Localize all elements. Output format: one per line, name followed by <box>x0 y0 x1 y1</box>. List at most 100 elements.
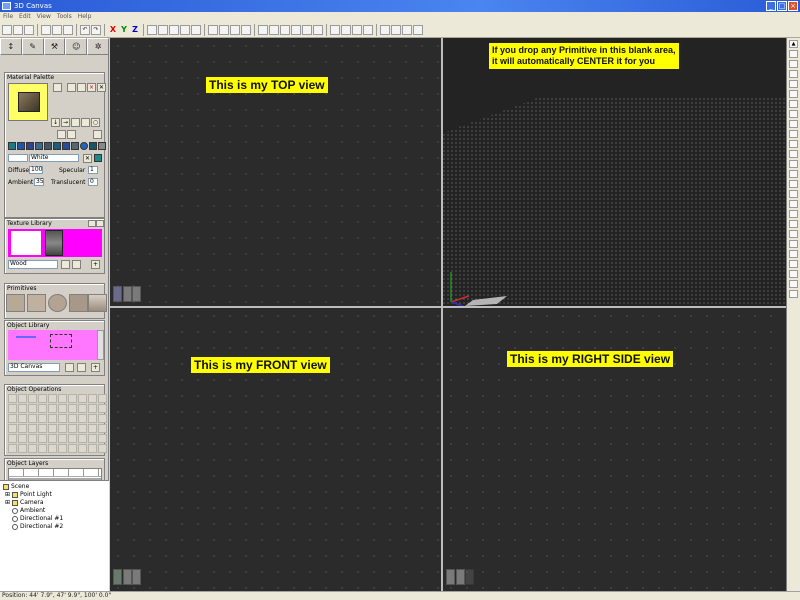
material-delete-icon[interactable]: × <box>87 83 96 92</box>
material-new-icon[interactable] <box>67 83 76 92</box>
object-operation-button[interactable] <box>38 434 47 443</box>
single-view-icon[interactable] <box>402 24 412 35</box>
tree-item-point-light[interactable]: ⊞ Point Light <box>5 491 52 498</box>
smooth-icon[interactable] <box>789 170 798 178</box>
object-operation-button[interactable] <box>48 444 57 453</box>
object-operation-button[interactable] <box>88 414 97 423</box>
box-select-icon[interactable] <box>789 50 798 58</box>
specular-input[interactable]: 1 <box>88 166 98 174</box>
menu-tools[interactable]: Tools <box>57 12 72 22</box>
grid-icon[interactable] <box>330 24 340 35</box>
object-operation-button[interactable] <box>68 404 77 413</box>
swatch-steel[interactable] <box>53 142 61 150</box>
bump-map-icon[interactable] <box>67 130 76 139</box>
top-viewport[interactable]: This is my TOP view <box>110 38 441 306</box>
move-icon[interactable] <box>158 24 168 35</box>
object-operation-button[interactable] <box>78 434 87 443</box>
color-select[interactable]: White <box>29 154 79 162</box>
object-add-icon[interactable]: + <box>91 363 100 372</box>
object-operation-button[interactable] <box>78 414 87 423</box>
hide-icon[interactable] <box>789 230 798 238</box>
object-operation-button[interactable] <box>28 394 37 403</box>
maximize-button[interactable]: □ <box>777 1 787 11</box>
view-front-icon[interactable] <box>219 24 229 35</box>
ungroup-icon[interactable] <box>789 220 798 228</box>
pen-icon[interactable] <box>302 24 312 35</box>
eyedropper-icon[interactable] <box>789 130 798 138</box>
object-operation-button[interactable] <box>28 444 37 453</box>
object-operation-button[interactable] <box>28 414 37 423</box>
tab-people-icon[interactable]: ☺ <box>65 38 88 55</box>
object-operation-button[interactable] <box>58 404 67 413</box>
tab-tools-icon[interactable]: ⚒ <box>43 38 66 55</box>
tree-item-ambient[interactable]: Ambient <box>12 507 45 514</box>
redo-icon[interactable]: ↷ <box>91 24 101 35</box>
object-operation-button[interactable] <box>8 414 17 423</box>
material-edit-icon[interactable] <box>71 118 80 127</box>
lasso-icon[interactable] <box>789 60 798 68</box>
object-operation-button[interactable] <box>58 444 67 453</box>
object-operation-button[interactable] <box>78 394 87 403</box>
object-operation-button[interactable] <box>88 444 97 453</box>
object-operation-button[interactable] <box>18 414 27 423</box>
wireframe-icon[interactable] <box>269 24 279 35</box>
texture-collapse-icon[interactable] <box>88 220 96 227</box>
new-file-icon[interactable] <box>2 24 12 35</box>
object-operation-button[interactable] <box>88 434 97 443</box>
object-operation-button[interactable] <box>8 404 17 413</box>
object-operation-button[interactable] <box>38 444 47 453</box>
object-thumbnails[interactable] <box>8 330 97 360</box>
object-operation-button[interactable] <box>88 394 97 403</box>
rotate-icon[interactable] <box>169 24 179 35</box>
tree-item-directional-2[interactable]: Directional #2 <box>12 523 63 530</box>
object-operation-button[interactable] <box>98 424 107 433</box>
primitive-sphere-icon[interactable] <box>48 294 67 312</box>
object-operation-button[interactable] <box>8 394 17 403</box>
vertex-icon[interactable] <box>789 70 798 78</box>
primitive-cylinder-icon[interactable] <box>27 294 46 312</box>
select-icon[interactable] <box>147 24 157 35</box>
axis-z-toggle[interactable]: Z <box>130 25 140 35</box>
extrude-icon[interactable] <box>789 100 798 108</box>
tree-item-camera[interactable]: ⊞ Camera <box>5 499 44 506</box>
object-operation-button[interactable] <box>28 424 37 433</box>
object-operation-button[interactable] <box>68 424 77 433</box>
primitive-cube-icon[interactable] <box>6 294 25 312</box>
front-viewport[interactable]: This is my FRONT view <box>110 308 441 591</box>
object-operation-button[interactable] <box>18 434 27 443</box>
close-button[interactable]: × <box>788 1 798 11</box>
four-views-icon[interactable] <box>391 24 401 35</box>
object-operation-button[interactable] <box>18 394 27 403</box>
object-operation-button[interactable] <box>8 424 17 433</box>
object-operation-button[interactable] <box>48 394 57 403</box>
texture-map-icon[interactable] <box>57 130 66 139</box>
pan-icon[interactable] <box>363 24 373 35</box>
view-side-icon[interactable] <box>230 24 240 35</box>
object-operation-button[interactable] <box>58 394 67 403</box>
sphere-icon[interactable]: ○ <box>91 118 100 127</box>
axis-x-toggle[interactable]: X <box>108 25 118 35</box>
tree-item-scene[interactable]: Scene <box>3 483 29 490</box>
texture-category-select[interactable]: Wood <box>8 260 58 269</box>
object-operation-button[interactable] <box>68 444 77 453</box>
swatch-slate[interactable] <box>35 142 43 150</box>
object-delete-icon[interactable] <box>77 363 86 372</box>
cylinder-icon[interactable] <box>81 118 90 127</box>
swatch-blue[interactable] <box>17 142 25 150</box>
object-operation-button[interactable] <box>38 414 47 423</box>
texture-close-icon[interactable] <box>96 220 104 227</box>
copy-icon[interactable] <box>52 24 62 35</box>
axis-y-toggle[interactable]: Y <box>119 25 129 35</box>
object-operation-button[interactable] <box>58 434 67 443</box>
print-icon[interactable] <box>413 24 423 35</box>
layout-icon[interactable] <box>380 24 390 35</box>
swatch-sphere[interactable] <box>80 142 88 150</box>
material-preview[interactable] <box>8 83 48 121</box>
object-category-select[interactable]: 3D Canvas <box>8 363 60 372</box>
arrow-right-icon[interactable]: → <box>61 118 70 127</box>
object-operation-button[interactable] <box>98 444 107 453</box>
object-operation-button[interactable] <box>88 404 97 413</box>
object-operation-button[interactable] <box>18 444 27 453</box>
menu-file[interactable]: File <box>3 12 13 22</box>
tab-pointer-icon[interactable]: ↕ <box>0 38 22 55</box>
